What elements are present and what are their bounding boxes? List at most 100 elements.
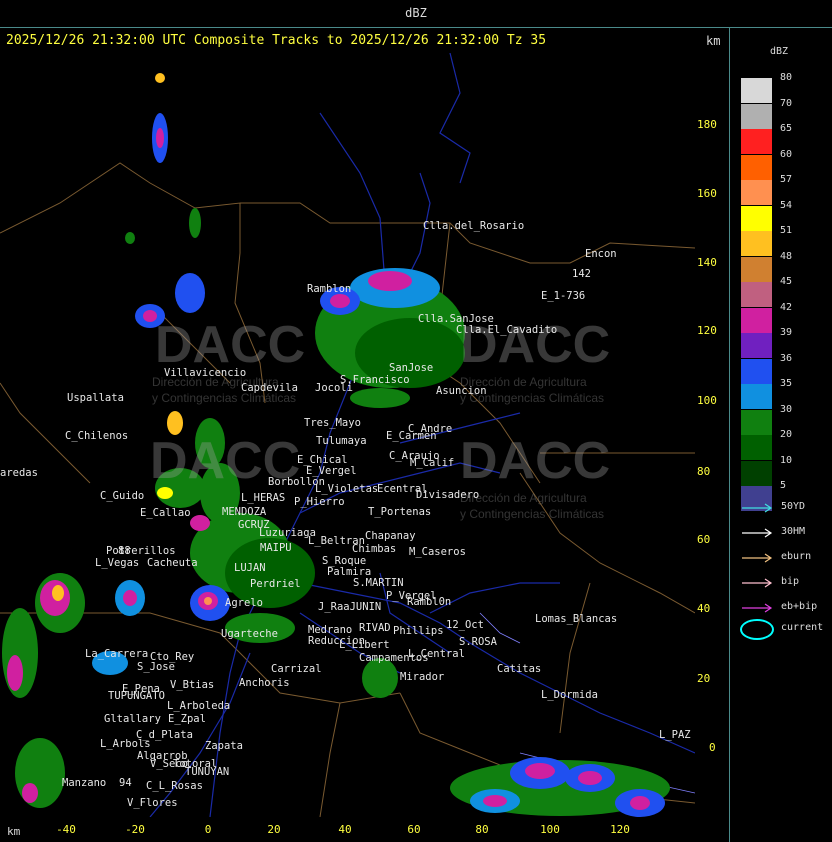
watermark-sub-4b: y Contingencias Climáticas	[460, 507, 605, 521]
city-label: L_HERAS	[241, 492, 286, 504]
legend-swatch	[741, 129, 772, 154]
legend-swatch-label: 45	[780, 276, 793, 287]
x-tick: 0	[204, 823, 212, 836]
x-tick: -40	[56, 823, 76, 836]
city-label: Asuncion	[436, 385, 487, 397]
city-label: V_Btias	[170, 679, 215, 691]
legend-swatch	[741, 154, 772, 180]
legend-swatch-label: 10	[780, 454, 793, 466]
map-subtitle: 2025/12/26 21:32:00 UTC Composite Tracks…	[6, 33, 547, 48]
legend-swatch	[741, 231, 772, 256]
city-label: Mirador	[400, 671, 445, 683]
y-tick: 120	[697, 324, 717, 337]
city-label: MENDOZA	[222, 506, 267, 518]
radar-echo-southeast	[450, 757, 670, 817]
city-label: S.ROSA	[459, 636, 497, 648]
city-label: M_Calif	[410, 457, 455, 469]
city-label: Anchoris	[239, 677, 290, 689]
legend-swatch-label: 80	[780, 72, 793, 83]
city-label: L_Vegas	[95, 557, 140, 569]
city-label: V_Flores	[127, 797, 178, 809]
city-label: E_Callao	[140, 507, 191, 519]
y-tick: 80	[697, 465, 711, 478]
city-label: Campamentos	[359, 652, 429, 664]
city-label: L_PAZ	[659, 729, 691, 741]
legend-swatch	[741, 256, 772, 282]
track-arrow-icon	[742, 603, 773, 613]
city-label: RIVAD	[359, 622, 391, 634]
track-label: eb+bip	[781, 601, 818, 612]
track-arrow-icon	[742, 528, 773, 538]
legend-swatch-label: 70	[780, 97, 793, 109]
city-label: Clla.del_Rosario	[423, 220, 525, 232]
y-tick: 140	[697, 256, 717, 269]
city-label: 88	[118, 545, 131, 557]
city-label: C_L_Rosas	[146, 780, 203, 792]
city-label: P_Hierro	[294, 496, 345, 508]
city-label: 94	[119, 777, 132, 789]
city-label: Perdriel	[250, 578, 301, 590]
city-label: Rambl0n	[407, 596, 452, 608]
city-label: Clla.El_Cavadito	[456, 324, 558, 336]
city-label: Phillips	[393, 625, 444, 637]
city-label: LUJAN	[234, 562, 266, 574]
legend-swatch	[741, 333, 772, 358]
legend-swatch	[741, 460, 772, 486]
legend-swatch	[741, 358, 772, 384]
city-label: Manzano	[62, 777, 107, 789]
city-label: Zapata	[205, 740, 243, 752]
legend-swatch	[741, 307, 772, 333]
window-title: dBZ	[405, 6, 427, 20]
city-label: S_Jose	[137, 661, 175, 673]
x-tick: -20	[125, 823, 145, 836]
city-label: E_1-736	[541, 290, 586, 302]
legend-swatch	[741, 384, 772, 409]
legend-swatch-label: 35	[780, 378, 793, 389]
legend-swatch	[741, 282, 772, 307]
legend-swatch-label: 51	[780, 225, 793, 236]
city-label: L_Dormida	[541, 689, 598, 701]
y-tick: 0	[709, 741, 716, 754]
y-tick: 100	[697, 394, 717, 407]
city-label: Ramblon	[307, 283, 352, 295]
city-label: Carrizal	[271, 663, 322, 675]
city-label: Tulumaya	[316, 435, 367, 447]
city-label: aredas	[0, 467, 38, 479]
legend-swatch-label: 39	[780, 327, 793, 338]
city-label: Cacheuta	[147, 557, 198, 569]
city-label: SanJose	[389, 362, 434, 374]
city-label: E_Zpal	[168, 713, 206, 725]
legend-swatch-label: 48	[780, 250, 793, 262]
city-label: L_Arboleda	[167, 700, 231, 712]
legend-current-label: current	[781, 622, 824, 633]
legend-swatch-label: 57	[780, 174, 793, 185]
city-label: TUPUNGATO	[108, 690, 165, 702]
legend-swatch-label: 36	[780, 352, 793, 364]
city-label: Lomas_Blancas	[535, 613, 618, 625]
legend-swatch	[741, 205, 772, 231]
track-label: 30HM	[781, 526, 806, 537]
legend-swatch-label: 54	[780, 199, 793, 211]
x-tick: 60	[407, 823, 421, 836]
city-label: M_Caseros	[409, 546, 466, 558]
city-label: Uspallata	[67, 392, 124, 404]
city-label: Encon	[585, 248, 617, 260]
track-arrow-icon	[742, 578, 773, 588]
city-label: Ugarteche	[221, 628, 278, 640]
y-tick: 20	[697, 672, 711, 685]
legend-swatch	[741, 435, 772, 460]
x-tick: 20	[267, 823, 281, 836]
watermark-logo-4: DACC	[460, 432, 611, 490]
y-tick: 160	[697, 187, 717, 200]
city-label: L_Libert	[339, 639, 390, 651]
watermark-logo-1: DACC	[155, 316, 306, 374]
city-label: Gltallary	[104, 713, 161, 725]
city-label: Capdevila	[241, 382, 298, 394]
city-label: 142	[572, 268, 591, 280]
city-label: E_Carmen	[386, 430, 437, 442]
frame-divider-top	[0, 27, 832, 28]
city-label: Catitas	[497, 663, 542, 675]
x-tick: 100	[540, 823, 560, 836]
current-ring-icon	[740, 619, 774, 640]
city-label: T_Portenas	[368, 506, 432, 518]
